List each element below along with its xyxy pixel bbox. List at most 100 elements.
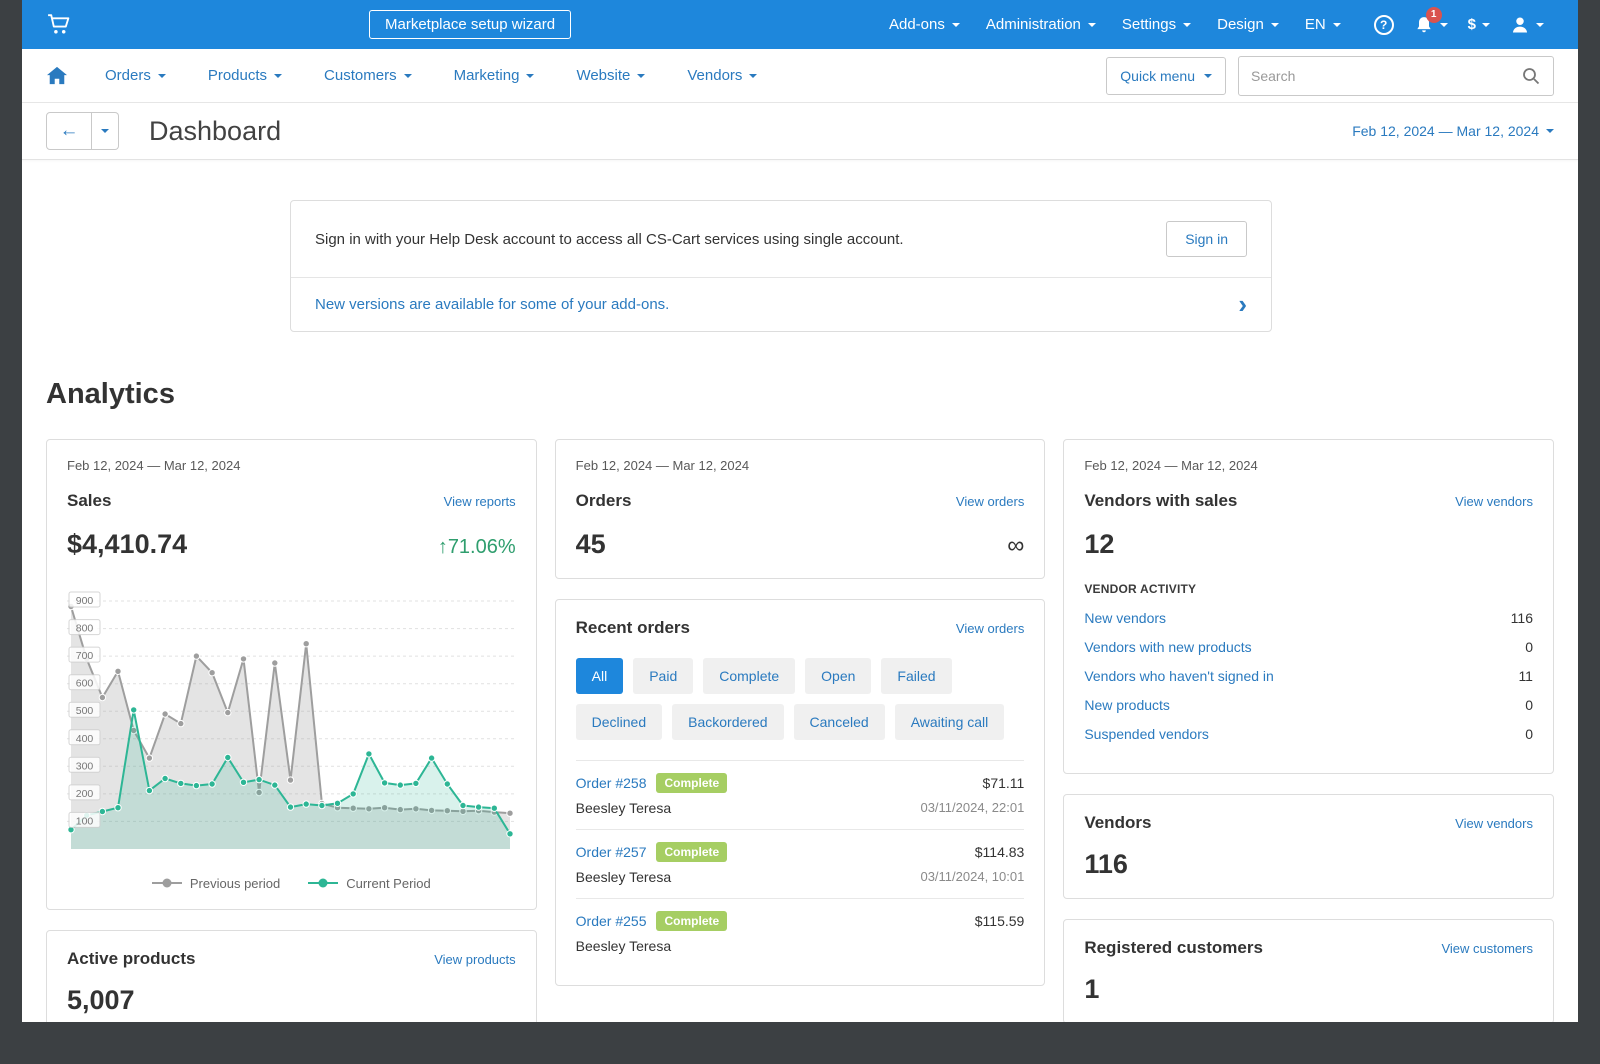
currency-selector[interactable]: $ [1458, 10, 1500, 39]
back-button[interactable]: ← [46, 112, 92, 150]
chevron-down-icon [1333, 23, 1341, 27]
order-filter-complete[interactable]: Complete [703, 658, 795, 694]
topbar-menu-settings[interactable]: Settings [1109, 10, 1204, 39]
notifications-panel: Sign in with your Help Desk account to a… [290, 200, 1272, 332]
order-link[interactable]: Order #258 [576, 775, 647, 791]
date-range-selector[interactable]: Feb 12, 2024 — Mar 12, 2024 [1352, 123, 1554, 139]
view-orders-link[interactable]: View orders [956, 621, 1024, 636]
topbar-menu-administration[interactable]: Administration [973, 10, 1109, 39]
topbar-menu-label: EN [1305, 16, 1326, 33]
order-filter-all[interactable]: All [576, 658, 624, 694]
order-filter-canceled[interactable]: Canceled [794, 704, 885, 740]
chevron-down-icon [1536, 23, 1544, 27]
vendor-activity-link-new-products[interactable]: New products [1084, 697, 1170, 713]
mainnav-item-marketing[interactable]: Marketing [433, 59, 556, 92]
chevron-down-icon [1546, 129, 1554, 133]
view-products-link[interactable]: View products [434, 952, 515, 967]
vendor-activity-row: Vendors with new products 0 [1084, 639, 1533, 655]
vendor-activity-row: Vendors who haven't signed in11 [1084, 668, 1533, 684]
view-vendors-link[interactable]: View vendors [1455, 816, 1533, 831]
analytics-grid: Feb 12, 2024 — Mar 12, 2024 Sales View r… [46, 439, 1554, 1022]
legend-label: Previous period [190, 876, 280, 891]
vendors-with-sales-title: Vendors with sales [1084, 491, 1237, 511]
view-customers-link[interactable]: View customers [1441, 941, 1533, 956]
search-button[interactable] [1509, 57, 1553, 95]
vendor-activity-link-vendors-who-haven-t-signed-in[interactable]: Vendors who haven't signed in [1084, 668, 1273, 684]
mainnav-item-customers[interactable]: Customers [303, 59, 433, 92]
status-badge: Complete [656, 842, 727, 862]
mainnav-item-orders[interactable]: Orders [84, 59, 187, 92]
order-filter-declined[interactable]: Declined [576, 704, 662, 740]
order-link[interactable]: Order #255 [576, 913, 647, 929]
vendor-activity-value: 116 [1511, 610, 1533, 626]
topbar-menu-label: Design [1217, 16, 1264, 33]
svg-text:300: 300 [76, 760, 94, 772]
legend-glyph-icon [308, 878, 338, 888]
sales-period: Feb 12, 2024 — Mar 12, 2024 [67, 458, 516, 473]
search-icon [1522, 67, 1540, 85]
topbar-icon-group: ? 1 $ [1364, 9, 1554, 41]
vendor-activity-link-suspended-vendors[interactable]: Suspended vendors [1084, 726, 1209, 742]
top-admin-bar: Marketplace setup wizard Add-ons Administ… [22, 0, 1578, 49]
notifications-button[interactable]: 1 [1404, 9, 1458, 41]
chevron-down-icon [1482, 23, 1490, 27]
vendors-title: Vendors [1084, 813, 1151, 833]
order-total: $71.11 [983, 775, 1025, 791]
topbar-menu-label: Settings [1122, 16, 1176, 33]
order-customer: Beesley Teresa [576, 869, 671, 885]
helpdesk-signin-row: Sign in with your Help Desk account to a… [291, 201, 1271, 277]
account-menu[interactable] [1500, 9, 1554, 41]
vendor-activity-value: 0 [1525, 639, 1533, 655]
order-id-group: Order #258 Complete [576, 773, 728, 793]
vendor-activity-link-new-vendors[interactable]: New vendors [1084, 610, 1166, 626]
view-orders-link[interactable]: View orders [956, 494, 1024, 509]
order-line1: Order #255Complete$115.59 [576, 911, 1025, 931]
view-vendors-link[interactable]: View vendors [1455, 494, 1533, 509]
svg-text:800: 800 [76, 622, 94, 634]
marketplace-setup-wizard-button[interactable]: Marketplace setup wizard [369, 10, 571, 39]
sales-change: ↑71.06% [438, 536, 516, 559]
addon-versions-link[interactable]: New versions are available for some of y… [315, 296, 669, 313]
order-customer: Beesley Teresa [576, 938, 671, 954]
sign-in-button[interactable]: Sign in [1166, 221, 1247, 257]
topbar-menu-en[interactable]: EN [1292, 10, 1354, 39]
topbar-menu-label: Add-ons [889, 16, 945, 33]
search-input[interactable] [1239, 68, 1509, 84]
orders-count: 45 [576, 529, 606, 560]
order-filter-awaiting-call[interactable]: Awaiting call [895, 704, 1005, 740]
mainnav-item-website[interactable]: Website [555, 59, 666, 92]
chevron-down-icon [637, 74, 645, 78]
order-filter-failed[interactable]: Failed [881, 658, 951, 694]
mainnav-item-vendors[interactable]: Vendors [666, 59, 778, 92]
svg-text:700: 700 [76, 650, 94, 662]
svg-text:400: 400 [76, 733, 94, 745]
topbar-menu-design[interactable]: Design [1204, 10, 1292, 39]
order-link[interactable]: Order #257 [576, 844, 647, 860]
back-history-dropdown[interactable] [92, 112, 119, 150]
order-filter-open[interactable]: Open [805, 658, 871, 694]
status-badge: Complete [656, 773, 727, 793]
infinity-icon: ∞ [1007, 534, 1024, 558]
order-total: $115.59 [975, 913, 1025, 929]
legend-glyph-icon [152, 878, 182, 888]
view-reports-link[interactable]: View reports [444, 494, 516, 509]
home-button[interactable] [46, 66, 68, 86]
storefront-cart-button[interactable] [46, 12, 71, 37]
chevron-down-icon [1204, 74, 1212, 78]
chevron-down-icon [1088, 23, 1096, 27]
order-filter-backordered[interactable]: Backordered [672, 704, 783, 740]
chevron-down-icon [526, 74, 534, 78]
help-button[interactable]: ? [1364, 9, 1404, 41]
topbar-menu-add-ons[interactable]: Add-ons [876, 10, 973, 39]
vendor-activity-value: 0 [1525, 726, 1533, 742]
recent-orders-title: Recent orders [576, 618, 690, 638]
mainnav-item-products[interactable]: Products [187, 59, 303, 92]
analytics-column-2: Feb 12, 2024 — Mar 12, 2024 Orders View … [555, 439, 1046, 986]
addon-versions-row[interactable]: New versions are available for some of y… [291, 277, 1271, 331]
chevron-down-icon [1271, 23, 1279, 27]
currency-icon: $ [1468, 16, 1476, 33]
order-filter-paid[interactable]: Paid [633, 658, 693, 694]
quick-menu-button[interactable]: Quick menu [1106, 57, 1226, 95]
vendor-activity-link-vendors-with-new-products[interactable]: Vendors with new products [1084, 639, 1251, 655]
vendor-activity-row: Suspended vendors 0 [1084, 726, 1533, 742]
